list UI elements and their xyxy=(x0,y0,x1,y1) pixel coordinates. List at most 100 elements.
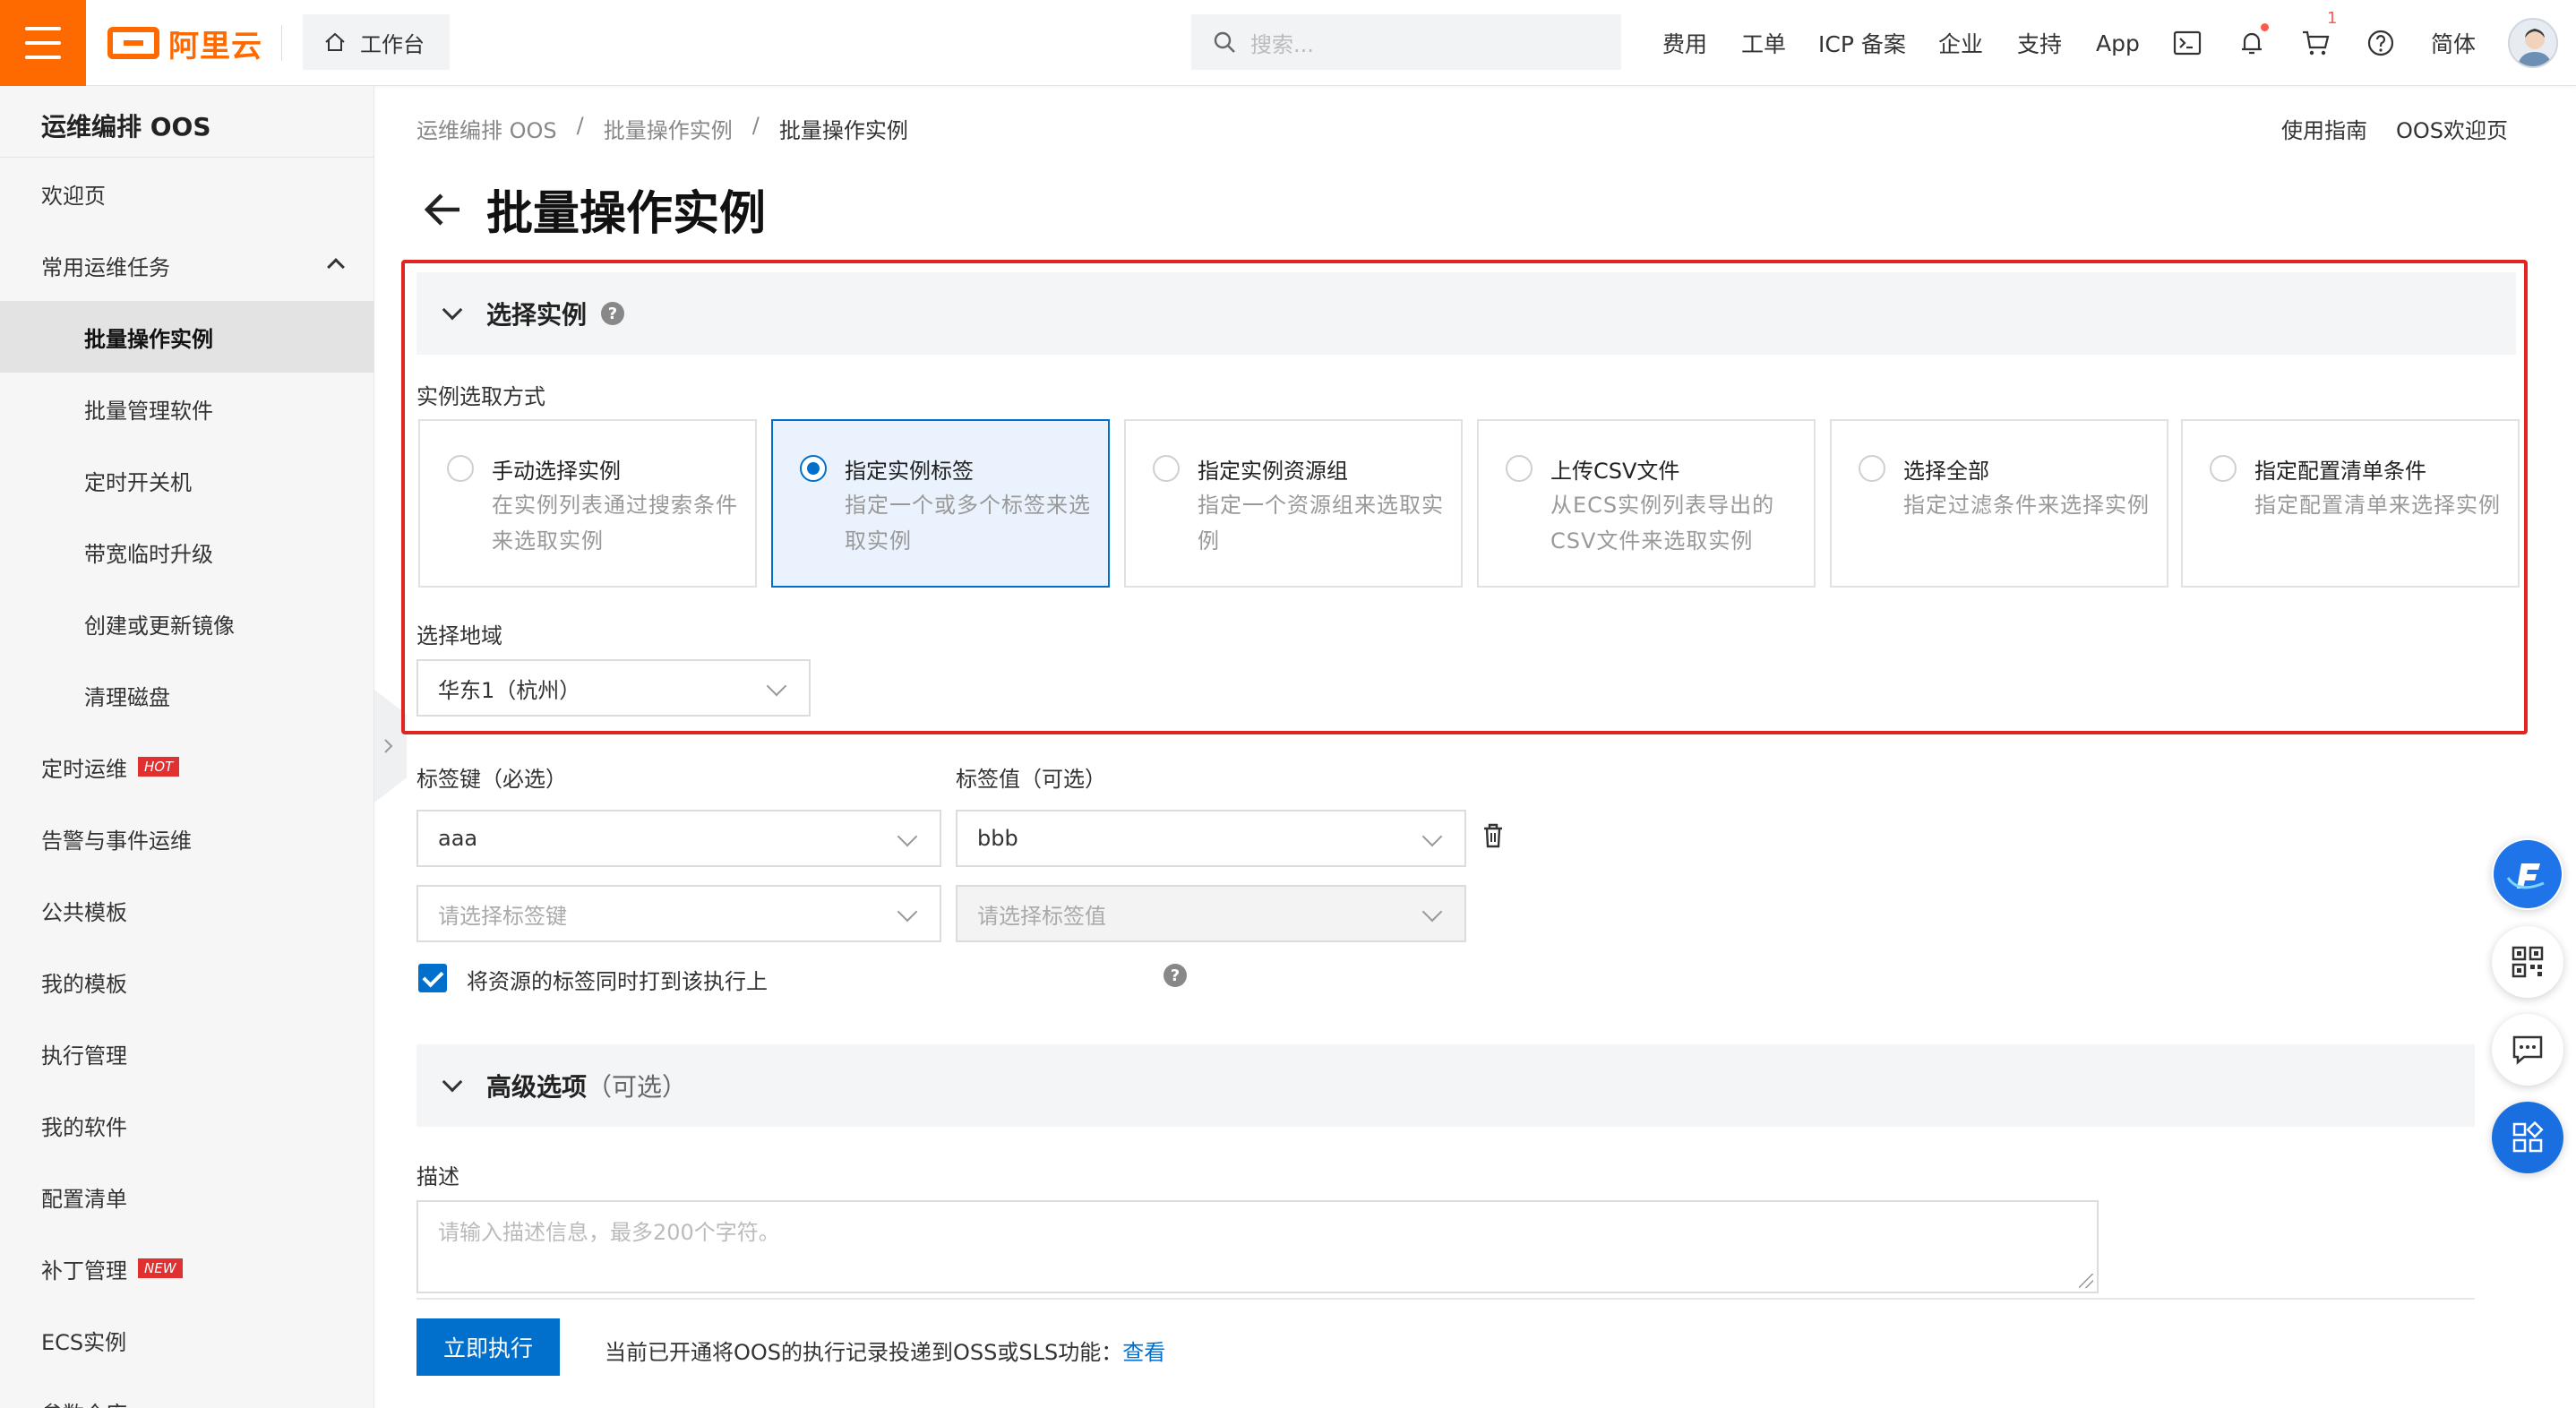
chevron-down-icon xyxy=(1421,826,1443,847)
divider xyxy=(281,25,282,61)
sidebar-item-label: 公共模板 xyxy=(41,899,127,925)
question-icon[interactable]: ? xyxy=(1163,964,1187,987)
nav-support[interactable]: 支持 xyxy=(2017,0,2062,86)
sidebar-item-patch[interactable]: 补丁管理 NEW xyxy=(0,1232,374,1304)
resize-grip-icon[interactable] xyxy=(2079,1274,2093,1288)
sidebar-item-executions[interactable]: 执行管理 xyxy=(0,1017,374,1089)
apps-button[interactable] xyxy=(2492,1102,2563,1173)
sidebar-item-image[interactable]: 创建或更新镜像 xyxy=(0,588,374,659)
hot-badge: HOT xyxy=(138,757,180,777)
breadcrumb-sep: / xyxy=(576,113,584,138)
sidebar-item-scheduled-power[interactable]: 定时开关机 xyxy=(0,444,374,516)
oos-welcome-link[interactable]: OOS欢迎页 xyxy=(2396,113,2508,144)
sidebar-item-common-tasks[interactable]: 常用运维任务 xyxy=(0,229,374,301)
cart-icon[interactable]: 1 xyxy=(2298,9,2337,61)
new-badge: NEW xyxy=(138,1258,183,1278)
tag-key-placeholder: 请选择标签键 xyxy=(438,903,567,929)
sidebar-item-scheduled-ops[interactable]: 定时运维 HOT xyxy=(0,731,374,803)
home-icon xyxy=(325,32,345,51)
back-arrow-icon[interactable] xyxy=(420,186,467,233)
sidebar-item-inventory[interactable]: 配置清单 xyxy=(0,1161,374,1232)
advanced-optional: （可选） xyxy=(587,1072,688,1102)
advanced-options-header[interactable]: 高级选项 （可选） xyxy=(416,1044,2475,1127)
propagate-tags-checkbox[interactable] xyxy=(418,964,447,992)
nav-ticket[interactable]: 工单 xyxy=(1741,0,1786,86)
divider xyxy=(416,1298,2475,1300)
tag-value-placeholder: 请选择标签值 xyxy=(977,903,1106,929)
sidebar-item-bandwidth-upgrade[interactable]: 带宽临时升级 xyxy=(0,516,374,588)
chevron-up-icon xyxy=(327,258,345,276)
breadcrumb-oos[interactable]: 运维编排 OOS xyxy=(416,113,557,144)
advanced-title: 高级选项 xyxy=(486,1072,588,1102)
main-content: 运维编排 OOS / 批量操作实例 / 批量操作实例 使用指南 OOS欢迎页 批… xyxy=(375,86,2576,1408)
tag-key-select[interactable]: aaa xyxy=(416,810,941,867)
sidebar-item-label: 参数仓库 xyxy=(41,1396,127,1408)
qrcode-button[interactable] xyxy=(2492,926,2563,998)
tag-key-select-empty[interactable]: 请选择标签键 xyxy=(416,885,941,942)
view-link[interactable]: 查看 xyxy=(1122,1340,1165,1365)
propagate-tags-label: 将资源的标签同时打到该执行上 xyxy=(467,969,768,994)
chat-button[interactable] xyxy=(2492,1014,2563,1086)
chevron-down-icon xyxy=(442,1071,463,1093)
tag-value-value: bbb xyxy=(977,826,1018,851)
run-now-button[interactable]: 立即执行 xyxy=(416,1318,560,1376)
nav-icp[interactable]: ICP 备案 xyxy=(1818,0,1906,86)
description-textarea[interactable]: 请输入描述信息，最多200个字符。 xyxy=(416,1200,2099,1293)
aliyun-logo[interactable]: 阿里云 xyxy=(107,21,262,64)
apps-grid-icon xyxy=(2512,1121,2544,1153)
description-label: 描述 xyxy=(416,1164,459,1189)
tag-key-label: 标签键（必选） xyxy=(416,767,567,792)
terminal-icon[interactable] xyxy=(2169,25,2205,61)
help-icon[interactable] xyxy=(2363,25,2399,61)
chevron-down-icon xyxy=(1421,901,1443,923)
breadcrumb: 运维编排 OOS / 批量操作实例 / 批量操作实例 xyxy=(416,113,928,144)
sidebar-item-label: ECS实例 xyxy=(41,1329,127,1355)
sidebar-item-batch-instance[interactable]: 批量操作实例 xyxy=(0,301,374,373)
chevron-down-icon xyxy=(897,901,918,923)
sidebar-item-parameters[interactable]: 参数仓库 xyxy=(0,1376,374,1408)
search-input[interactable]: 搜索... xyxy=(1191,14,1621,70)
workbench-button[interactable]: 工作台 xyxy=(303,14,450,70)
sidebar-item-label: 我的软件 xyxy=(41,1114,127,1140)
sidebar-item-my-templates[interactable]: 我的模板 xyxy=(0,946,374,1017)
breadcrumb-sep: / xyxy=(751,113,760,138)
breadcrumb-batch[interactable]: 批量操作实例 xyxy=(604,113,733,144)
nav-enterprise[interactable]: 企业 xyxy=(1938,0,1983,86)
tag-value-label: 标签值（可选） xyxy=(956,767,1106,792)
description-placeholder: 请输入描述信息，最多200个字符。 xyxy=(438,1220,780,1245)
sidebar-item-label: 常用运维任务 xyxy=(41,254,170,280)
workbench-label: 工作台 xyxy=(360,31,425,57)
assistant-logo-button[interactable] xyxy=(2492,838,2563,910)
sidebar-item-batch-software[interactable]: 批量管理软件 xyxy=(0,373,374,444)
page-title-text: 批量操作实例 xyxy=(486,187,767,241)
sidebar-item-alarm-ops[interactable]: 告警与事件运维 xyxy=(0,803,374,874)
user-avatar[interactable] xyxy=(2508,18,2558,68)
sidebar-item-label: 批量操作实例 xyxy=(84,326,213,352)
guide-link[interactable]: 使用指南 xyxy=(2281,113,2367,144)
notice-text: 当前已开通将OOS的执行记录投递到OSS或SLS功能： xyxy=(605,1340,1123,1365)
sidebar-item-label: 带宽临时升级 xyxy=(84,541,213,567)
sidebar-item-ecs[interactable]: ECS实例 xyxy=(0,1304,374,1376)
top-bar: 阿里云 工作台 搜索... 费用 工单 ICP 备案 企业 支持 App 1 简… xyxy=(0,0,2576,86)
chevron-down-icon xyxy=(897,826,918,847)
trash-icon[interactable] xyxy=(1482,823,1504,848)
sidebar-item-public-templates[interactable]: 公共模板 xyxy=(0,874,374,946)
hamburger-menu-button[interactable] xyxy=(0,0,86,86)
qrcode-icon xyxy=(2512,946,2544,978)
chat-icon xyxy=(2512,1035,2543,1065)
sidebar-item-label: 清理磁盘 xyxy=(84,684,170,710)
bell-icon[interactable] xyxy=(2234,23,2270,61)
sidebar-item-clean-disk[interactable]: 清理磁盘 xyxy=(0,659,374,731)
assistant-logo-icon xyxy=(2494,840,2562,908)
sidebar-title: 运维编排 OOS xyxy=(41,112,211,142)
highlight-box xyxy=(401,260,2528,734)
tag-value-select[interactable]: bbb xyxy=(956,810,1466,867)
sidebar-item-welcome[interactable]: 欢迎页 xyxy=(0,158,374,229)
nav-app[interactable]: App xyxy=(2096,0,2140,86)
sidebar-item-label: 定时开关机 xyxy=(84,469,192,495)
sidebar-item-my-software[interactable]: 我的软件 xyxy=(0,1089,374,1161)
language-switch[interactable]: 简体 xyxy=(2431,0,2476,86)
nav-cost[interactable]: 费用 xyxy=(1662,0,1707,86)
sidebar: 运维编排 OOS 欢迎页 常用运维任务 批量操作实例 批量管理软件 定时开关机 … xyxy=(0,86,374,1408)
sidebar-item-label: 欢迎页 xyxy=(41,183,106,209)
